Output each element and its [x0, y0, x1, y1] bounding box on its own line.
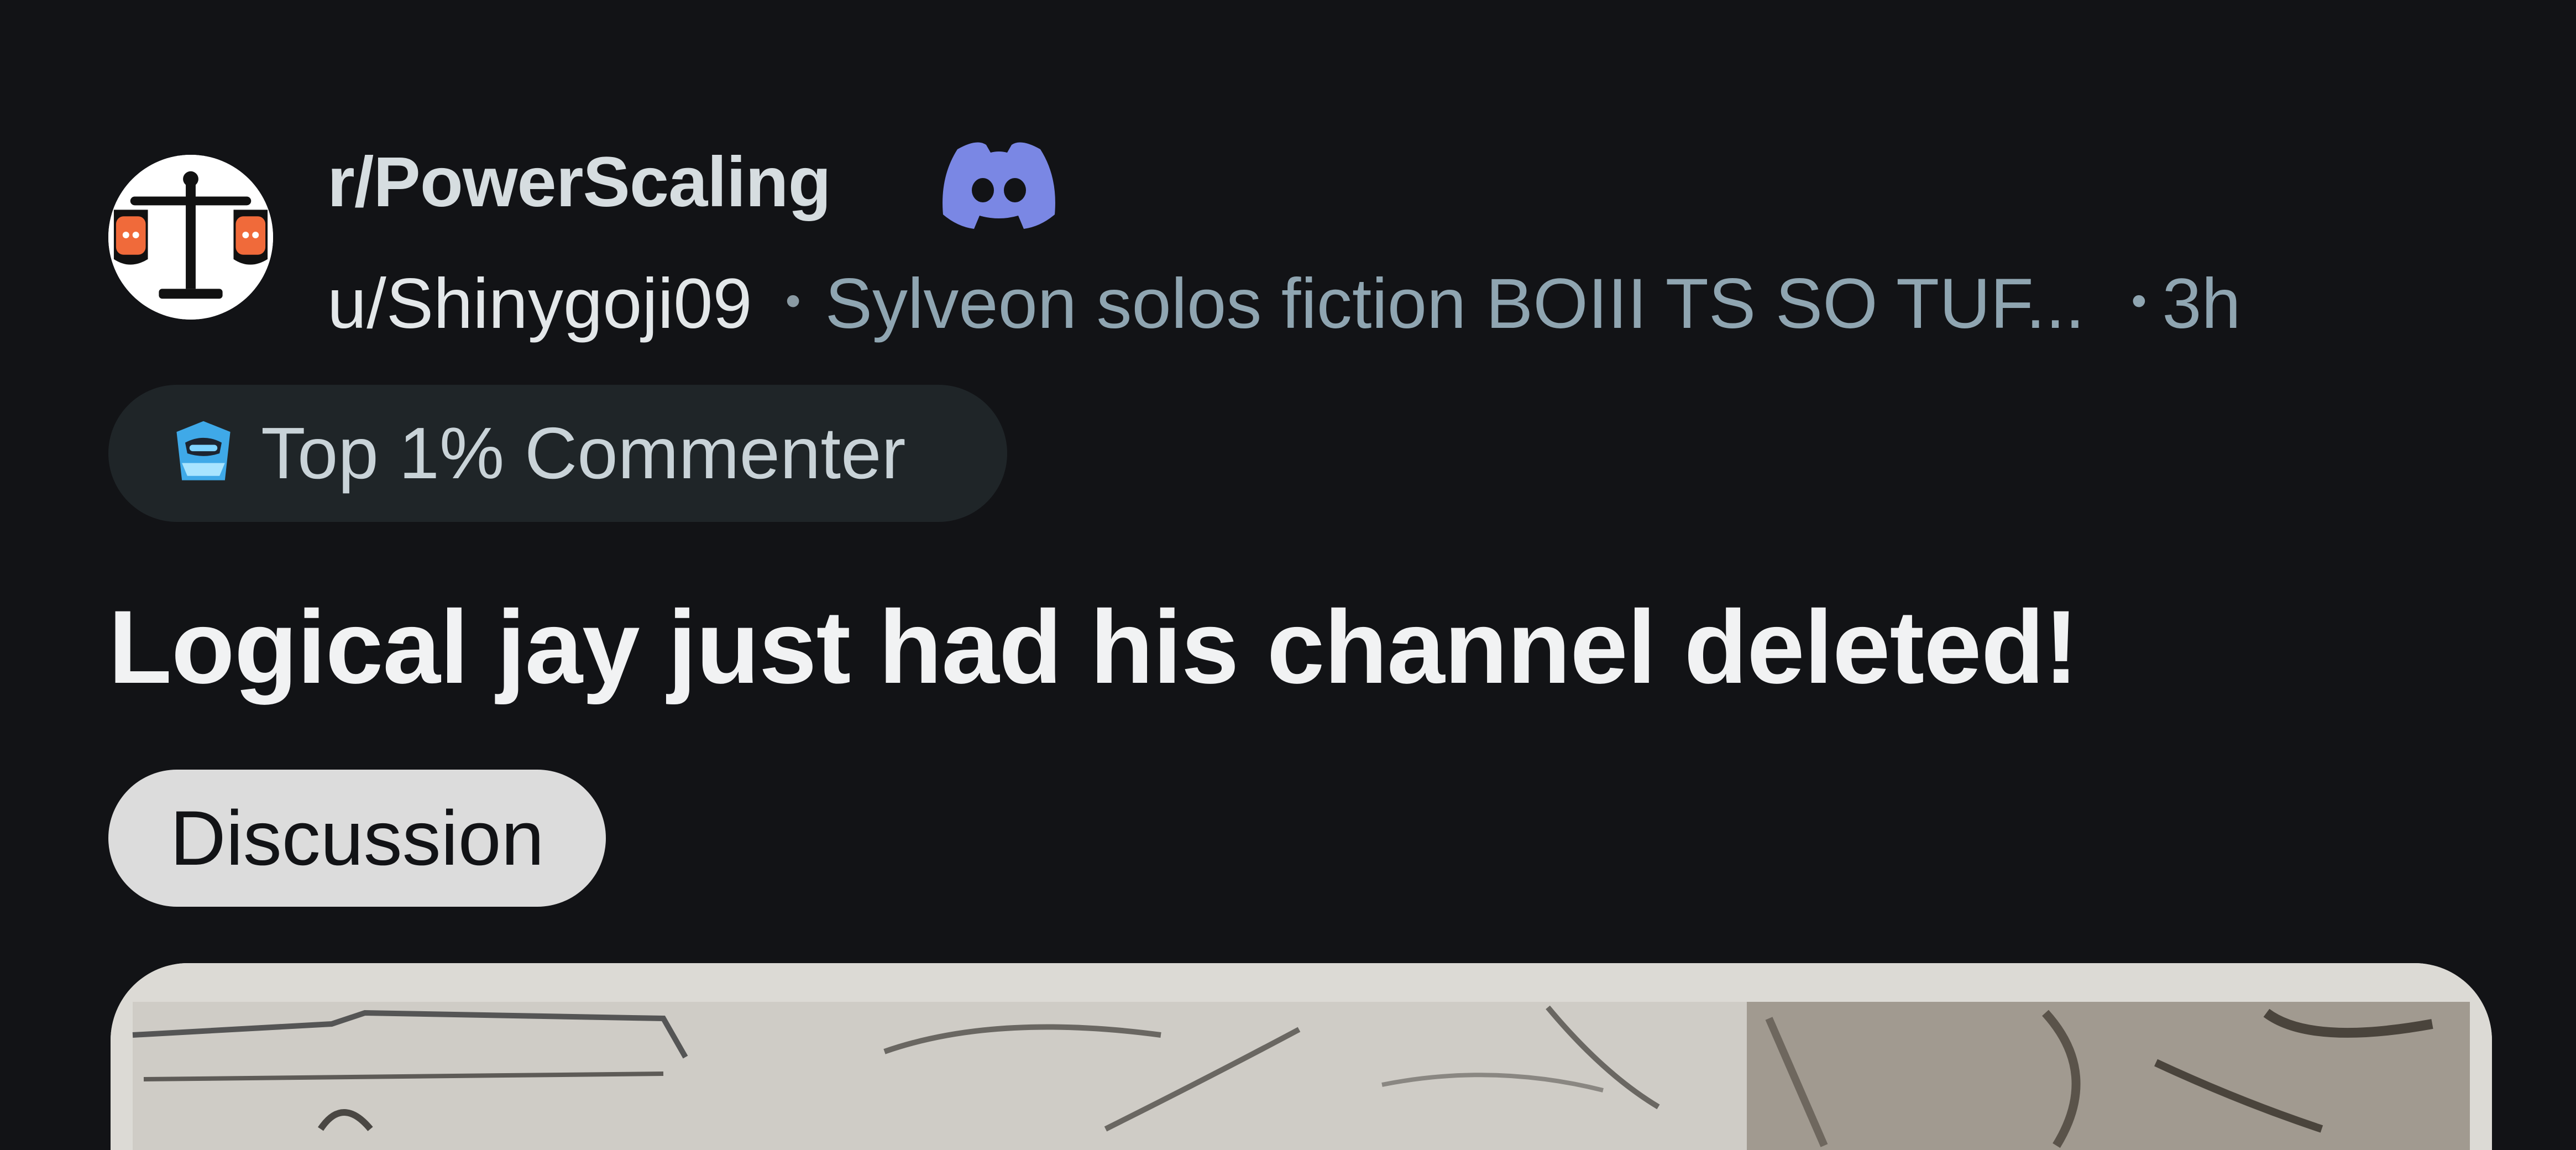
separator-dot: •: [785, 276, 801, 325]
post-image[interactable]: [111, 963, 2492, 1150]
top-commenter-icon: [166, 416, 241, 491]
post-title[interactable]: Logical jay just had his channel deleted…: [108, 586, 2078, 708]
separator-dot: •: [2131, 276, 2147, 325]
subreddit-name[interactable]: r/PowerScaling: [327, 138, 831, 227]
subreddit-avatar[interactable]: [108, 155, 273, 320]
author-username[interactable]: u/Shinygoji09: [327, 260, 752, 348]
post-age: 3h: [2162, 264, 2241, 343]
discord-icon[interactable]: [935, 133, 1062, 230]
post-card: r/PowerScaling u/Shinygoji09 • Sylveon s…: [0, 0, 2576, 1150]
sketch-image: [111, 963, 2492, 1150]
scales-of-justice-icon: [108, 155, 273, 320]
post-meta: u/Shinygoji09 • Sylveon solos fiction BO…: [327, 260, 2241, 348]
top-commenter-badge[interactable]: Top 1% Commenter: [108, 385, 1007, 522]
user-flair: Sylveon solos fiction BOIII TS SO TUF...: [825, 264, 2085, 343]
post-flair-tag[interactable]: Discussion: [108, 770, 606, 907]
badge-label: Top 1% Commenter: [261, 412, 906, 494]
